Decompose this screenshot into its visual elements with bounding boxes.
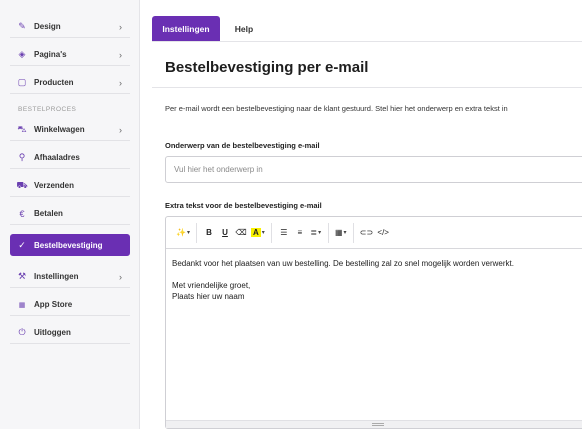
edit-icon: ✎: [18, 21, 26, 31]
sidebar-item-label: Winkelwagen: [34, 125, 85, 134]
toolbar-group-style: ✨ ▾: [170, 222, 197, 243]
code-view-icon[interactable]: </>: [377, 225, 389, 241]
sidebar-item-verzenden[interactable]: ⛟ Verzenden: [10, 175, 130, 197]
sidebar-item-label: Verzenden: [34, 181, 75, 190]
text-color-button[interactable]: A ▾: [250, 225, 265, 241]
title-divider: [152, 87, 582, 88]
euro-icon: €: [19, 208, 25, 219]
sidebar-item-paginas[interactable]: ◈ Pagina's ›: [10, 44, 130, 66]
bullet-list-icon[interactable]: ☰: [278, 225, 290, 241]
sidebar-item-instellingen[interactable]: ⚒ Instellingen ›: [10, 266, 130, 288]
editor-resize-bar[interactable]: [166, 420, 582, 428]
sidebar-item-winkelwagen[interactable]: ⛍ Winkelwagen ›: [10, 119, 130, 141]
editor-label: Extra tekst voor de bestelbevestiging e-…: [165, 201, 322, 210]
underline-button[interactable]: U: [219, 225, 231, 241]
rich-text-editor: ✨ ▾ B U ⌫ A ▾ ☰ ≡ ≣ ▾ ▦ ▾ ⊂⊃ </> Bedankt voo…: [165, 216, 582, 429]
grid-icon: ▦: [18, 301, 26, 309]
bold-button[interactable]: B: [203, 225, 215, 241]
wrench-icon: ⚒: [17, 271, 27, 281]
sidebar-item-bestelbevestiging[interactable]: ✓ Bestelbevestiging: [10, 234, 130, 256]
box-icon: ▢: [17, 77, 27, 87]
editor-line: Bedankt voor het plaatsen van uw bestell…: [172, 259, 514, 268]
text-color-icon: A: [250, 228, 261, 237]
link-icon[interactable]: ⊂⊃: [360, 225, 373, 241]
sidebar-item-label: Uitloggen: [34, 328, 71, 337]
sidebar-item-design[interactable]: ✎ Design ›: [10, 16, 130, 38]
tab-instellingen[interactable]: Instellingen: [152, 16, 220, 41]
eraser-icon[interactable]: ⌫: [235, 225, 247, 241]
sidebar-item-label: Bestelbevestiging: [34, 240, 103, 250]
sidebar-item-label: Afhaaladres: [34, 153, 80, 162]
toolbar-group-format: B U ⌫ A ▾: [197, 222, 272, 243]
sidebar-item-label: Instellingen: [34, 272, 79, 281]
sidebar-item-label: Producten: [34, 78, 74, 87]
sidebar-item-uitloggen[interactable]: ⏻ Uitloggen: [10, 322, 130, 344]
toolbar-group-insert: ⊂⊃ </>: [354, 223, 395, 243]
layers-icon: ◈: [18, 49, 26, 59]
chevron-right-icon: ›: [119, 49, 122, 60]
sidebar-item-afhaaladres[interactable]: ⚲ Afhaaladres: [10, 147, 130, 169]
tab-divider: [152, 41, 582, 42]
page-title: Bestelbevestiging per e-mail: [165, 59, 369, 76]
tab-help[interactable]: Help: [224, 16, 264, 41]
chevron-right-icon: ›: [119, 271, 122, 282]
sidebar-item-label: App Store: [34, 300, 73, 309]
page-description: Per e-mail wordt een bestelbevestiging n…: [165, 104, 508, 113]
subject-label: Onderwerp van de bestelbevestiging e-mai…: [165, 141, 320, 150]
sidebar-item-label: Betalen: [34, 209, 63, 218]
chevron-right-icon: ›: [119, 21, 122, 32]
sidebar-item-app-store[interactable]: ▦ App Store: [10, 294, 130, 316]
magic-wand-icon[interactable]: ✨ ▾: [176, 225, 190, 241]
chevron-right-icon: ›: [119, 124, 122, 135]
toolbar-group-lists: ☰ ≡ ≣ ▾: [272, 222, 329, 243]
resize-handle[interactable]: [372, 423, 384, 426]
sidebar: ✎ Design › ◈ Pagina's › ▢ Producten › BE…: [0, 0, 140, 429]
align-icon[interactable]: ≣ ▾: [310, 225, 322, 241]
numbered-list-icon[interactable]: ≡: [294, 225, 306, 241]
editor-line: Plaats hier uw naam: [172, 292, 245, 301]
sidebar-item-label: Pagina's: [34, 50, 67, 59]
truck-icon: ⛟: [16, 179, 28, 190]
editor-content[interactable]: Bedankt voor het plaatsen van uw bestell…: [166, 249, 582, 311]
cart-icon: ⛍: [17, 123, 27, 134]
editor-line: Met vriendelijke groet,: [172, 281, 251, 290]
section-label: BESTELPROCES: [18, 106, 77, 113]
subject-input[interactable]: [165, 156, 582, 183]
chevron-right-icon: ›: [119, 77, 122, 88]
sidebar-item-producten[interactable]: ▢ Producten ›: [10, 72, 130, 94]
editor-toolbar: ✨ ▾ B U ⌫ A ▾ ☰ ≡ ≣ ▾ ▦ ▾ ⊂⊃ </>: [166, 217, 582, 249]
table-icon[interactable]: ▦ ▾: [335, 225, 347, 241]
sidebar-item-betalen[interactable]: € Betalen: [10, 203, 130, 225]
sidebar-item-label: Design: [34, 22, 61, 31]
user-check-icon: ✓: [18, 239, 26, 250]
power-icon: ⏻: [18, 327, 26, 337]
toolbar-group-table: ▦ ▾: [329, 222, 354, 243]
pin-icon: ⚲: [18, 152, 26, 162]
